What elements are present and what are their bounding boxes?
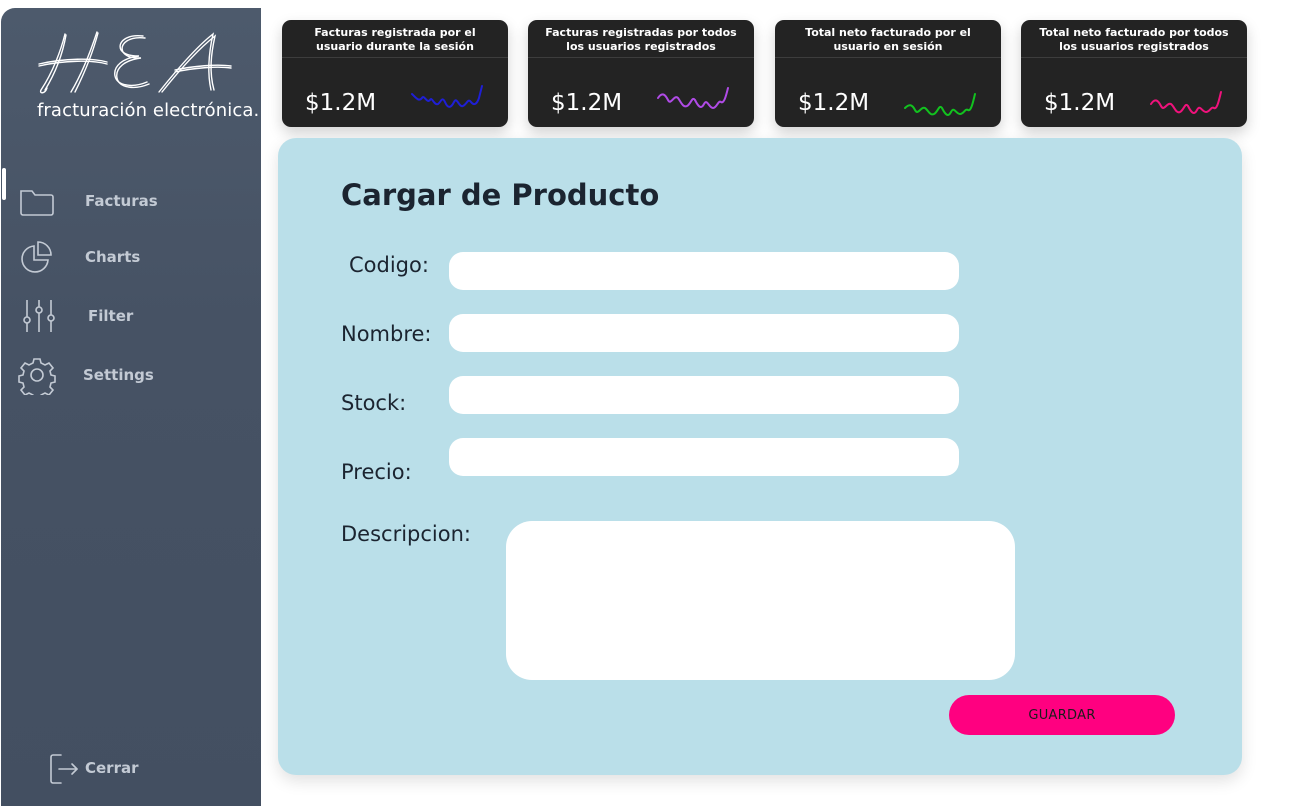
kpi-card-user-invoices: Facturas registrada por el usuario duran… — [282, 20, 508, 127]
kpi-value: $1.2M — [551, 90, 623, 116]
sidebar-item-label: Settings — [83, 366, 154, 384]
app-root: fracturación electrónica. Facturas Chart… — [0, 0, 1292, 806]
kpi-title: Total neto facturado por todos los usuar… — [1039, 26, 1229, 53]
active-indicator — [2, 168, 6, 200]
sidebar-item-label: Facturas — [85, 192, 158, 210]
sidebar-item-facturas[interactable]: Facturas — [17, 181, 237, 221]
sparkline — [411, 85, 483, 108]
sparkline — [657, 87, 729, 110]
kpi-divider — [282, 57, 508, 58]
kpi-divider — [1021, 57, 1247, 58]
precio-label: Precio: — [341, 460, 412, 484]
stock-label: Stock: — [341, 391, 407, 415]
logout-icon — [50, 754, 78, 784]
logout-label: Cerrar — [85, 759, 139, 777]
kpi-card-all-invoices: Facturas registradas por todos los usuar… — [528, 20, 754, 127]
nombre-input[interactable] — [449, 314, 959, 352]
sidebar: fracturación electrónica. Facturas Chart… — [1, 8, 261, 806]
sidebar-item-filter[interactable]: Filter — [17, 296, 237, 336]
folder-icon — [20, 190, 54, 216]
kpi-value: $1.2M — [798, 90, 870, 116]
pie-chart-icon — [21, 241, 52, 273]
sparkline — [904, 93, 976, 116]
kpi-title: Total neto facturado por el usuario en s… — [805, 26, 971, 53]
kpi-value: $1.2M — [1044, 90, 1116, 116]
brand-logo — [38, 31, 232, 94]
sliders-icon — [23, 300, 55, 332]
page-title: Cargar de Producto — [341, 178, 660, 212]
descripcion-label: Descripcion: — [341, 522, 471, 546]
kpi-card-all-net: Total neto facturado por todos los usuar… — [1021, 20, 1247, 127]
descripcion-textarea[interactable] — [506, 521, 1015, 680]
kpi-divider — [528, 57, 754, 58]
brand-subtitle: fracturación electrónica. — [37, 100, 260, 121]
sidebar-item-label: Filter — [88, 307, 134, 325]
kpi-card-user-net: Total neto facturado por el usuario en s… — [775, 20, 1001, 127]
kpi-title: Facturas registradas por todos los usuar… — [545, 26, 737, 53]
nombre-label: Nombre: — [341, 322, 432, 346]
codigo-label: Codigo: — [349, 253, 429, 277]
logout-button[interactable]: Cerrar — [47, 750, 187, 790]
sidebar-item-charts[interactable]: Charts — [17, 237, 237, 277]
gear-icon — [18, 358, 56, 395]
sparkline — [1150, 91, 1222, 114]
sidebar-item-label: Charts — [85, 248, 141, 266]
precio-input[interactable] — [449, 438, 959, 476]
kpi-divider — [775, 57, 1001, 58]
kpi-title: Facturas registrada por el usuario duran… — [314, 26, 476, 53]
product-form-panel: Cargar de Producto Codigo: Nombre: Stock… — [278, 138, 1242, 775]
codigo-input[interactable] — [449, 252, 959, 290]
save-button[interactable]: GUARDAR — [949, 695, 1175, 735]
stock-input[interactable] — [449, 376, 959, 414]
sidebar-item-settings[interactable]: Settings — [17, 355, 237, 395]
kpi-value: $1.2M — [305, 90, 377, 116]
